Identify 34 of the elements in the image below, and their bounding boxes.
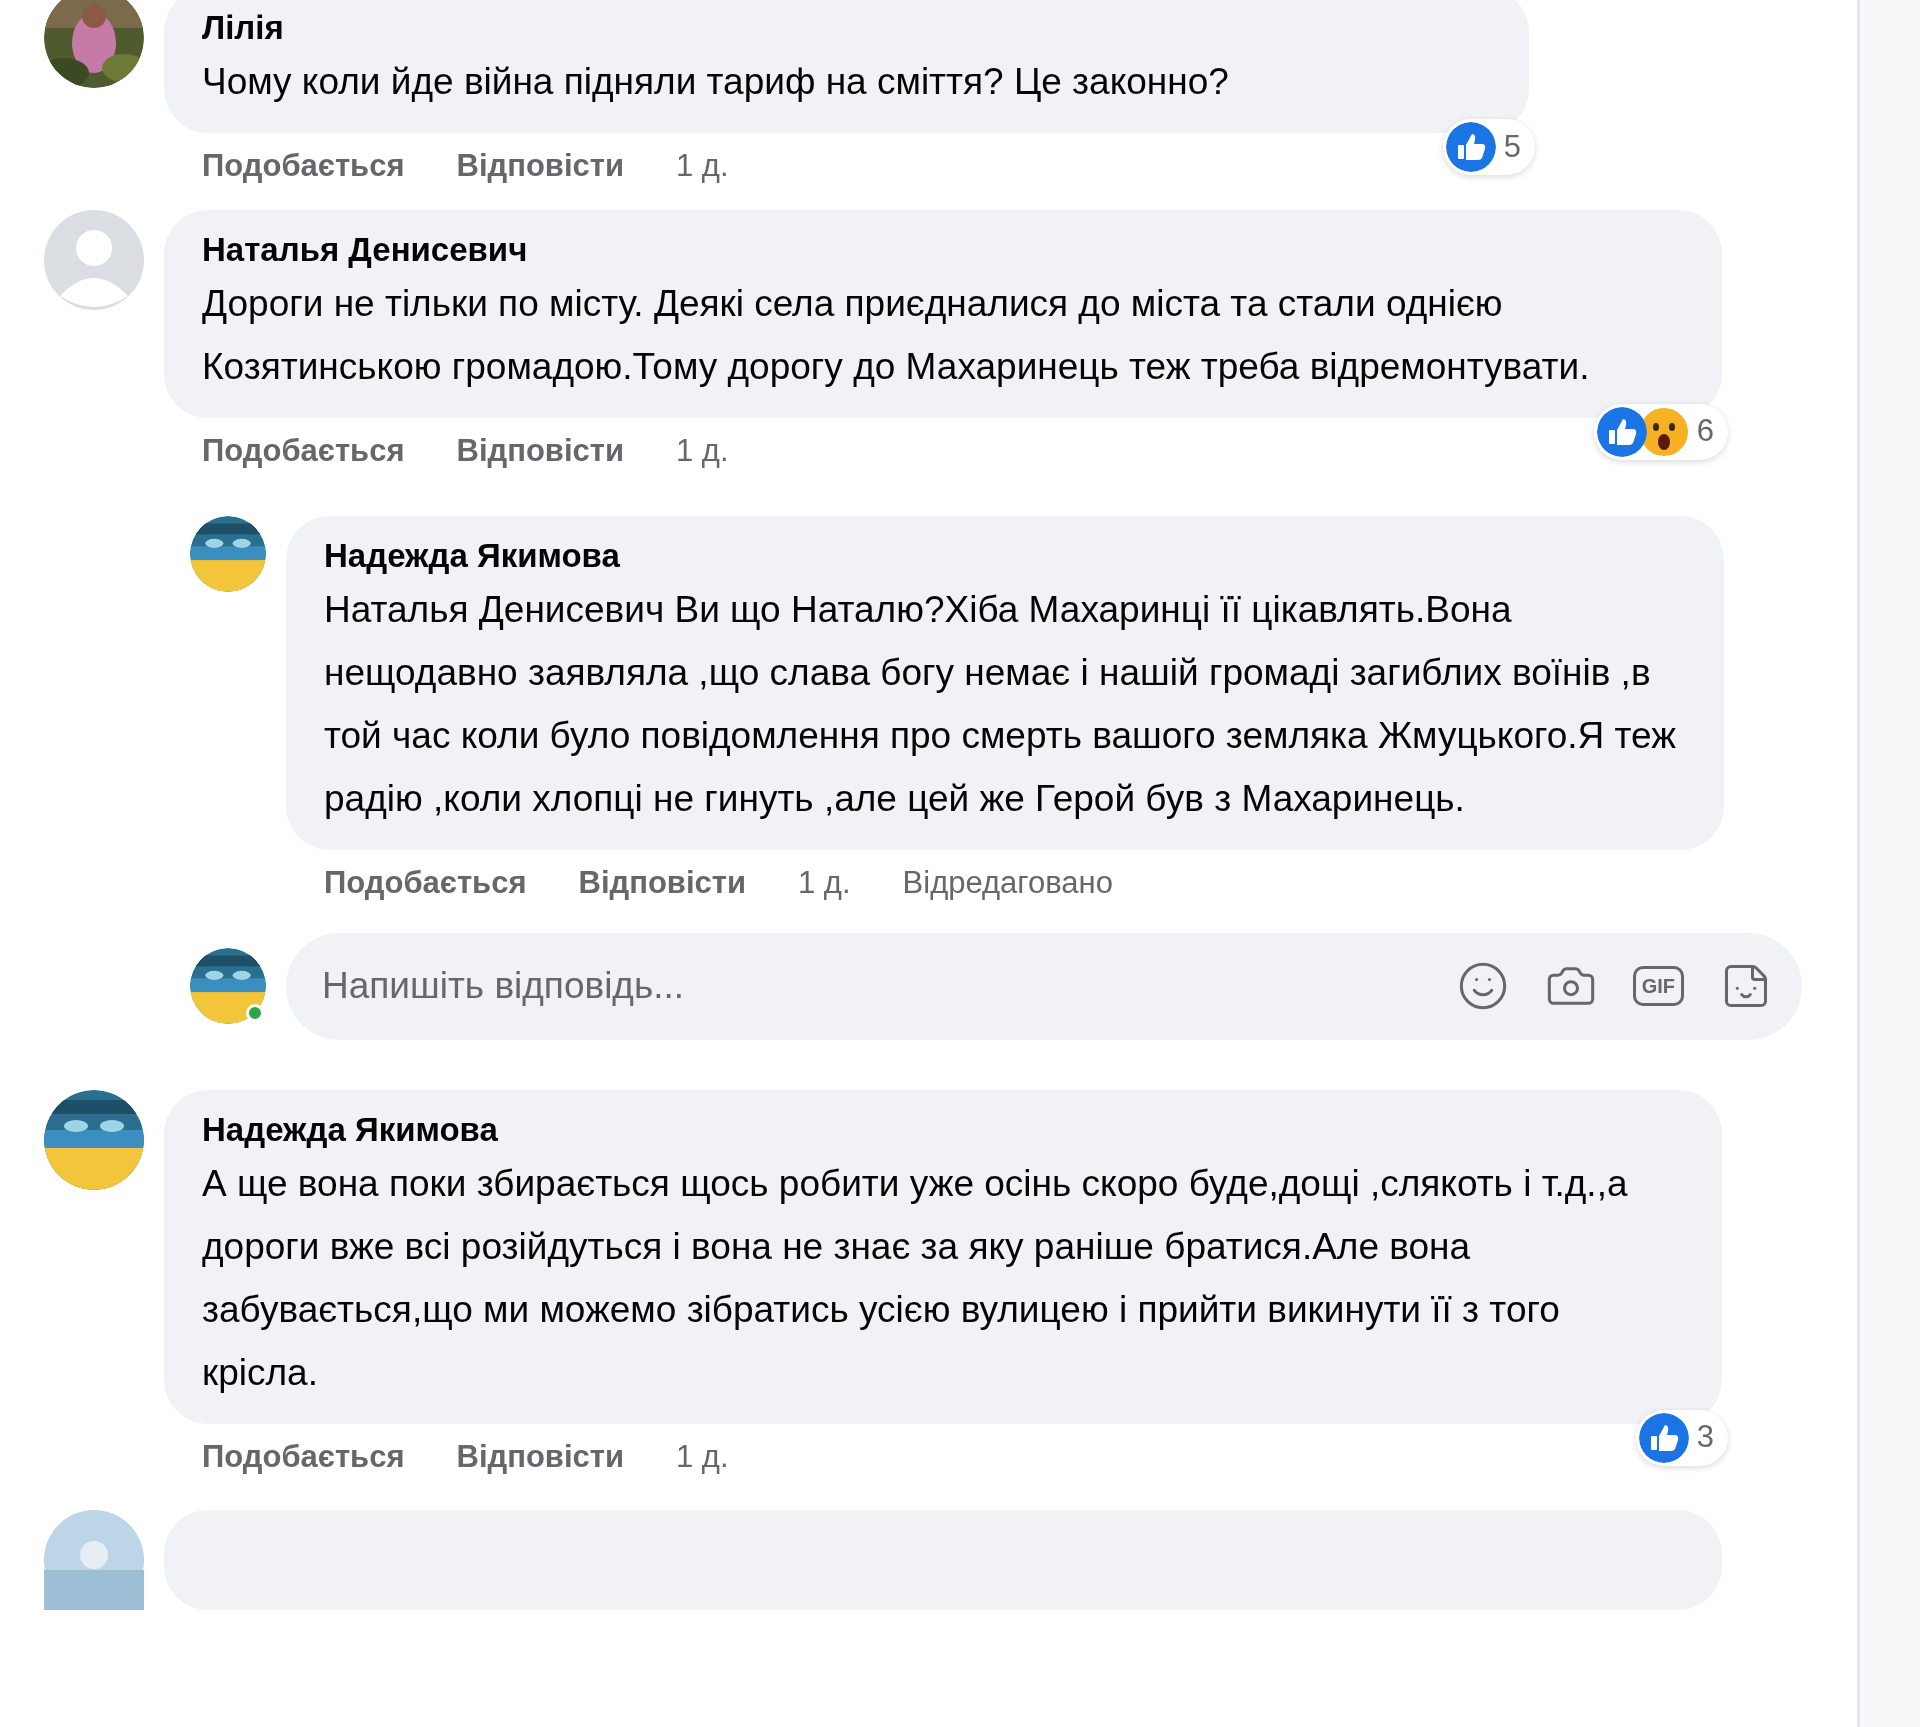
reaction-count: 5 [1503,127,1521,166]
comment-time[interactable]: 1 д. [798,860,851,907]
reaction-count: 3 [1696,1418,1714,1457]
comment-time[interactable]: 1 д. [676,1433,729,1480]
reply-link[interactable]: Відповісти [456,143,624,190]
like-link[interactable]: Подобається [202,427,405,474]
reaction-badge[interactable]: 6 [1593,403,1728,460]
comment-author[interactable]: Надежда Якимова [202,1107,1684,1152]
comment-text: Чому коли йде війна підняли тариф на сміття? Це законно? [202,60,1230,104]
reply-input[interactable]: Напишіть відповідь... [322,958,1457,1014]
reaction-count: 6 [1696,412,1714,451]
comment-author[interactable]: Наталья Денисевич [202,227,1684,272]
like-link[interactable]: Подобається [202,1433,405,1480]
edited-label: Відредаговано [902,864,1113,902]
like-link[interactable]: Подобається [324,860,527,907]
reply-link[interactable]: Відповісти [456,1433,624,1480]
comment-text: Наталья Денисевич Ви що Наталю?Хіба Махаринці її цікавлять.Вона нещодавно заявляла ,що слава богу немає і нашій громаді загиблих воїнів ,в той час коли було повідомлення про смерть вашого земляка Жмуцького.Я теж радію ,коли хлопці не гинуть ,але цей же Герой був з Махаринець. [324,588,1678,821]
reply-field[interactable]: Напишіть відповідь... GIF [286,932,1802,1040]
comment-text: Дороги не тільки по місту. Деякі села приєдналися до міста та стали однією Козятинською громадою.Тому дорогу до Махаринець теж треба відремонтувати. [202,281,1591,389]
comment-author[interactable]: Лілія [202,6,1491,50]
thumbs-up-icon [1596,406,1647,457]
reply-link[interactable]: Відповісти [578,860,746,907]
comment-text: А ще вона поки збирається щось робити уже осінь скоро буде,дощі ,слякоть і т.д.,а дороги вже всі розійдуться і вона не знає за яку раніше братися.Але вона забувається,що ми можемо зібратись усією вулицею і прийти викинути її з того крісла. [202,1161,1629,1395]
gif-button[interactable]: GIF [1632,966,1684,1006]
reaction-badge[interactable]: 5 [1442,119,1535,175]
reply-link[interactable]: Відповісти [456,427,624,474]
reaction-badge[interactable]: 3 [1635,1409,1728,1466]
default-avatar-icon [44,209,144,310]
thumbs-up-icon [1638,1412,1689,1463]
comment-author[interactable]: Надежда Якимова [324,534,1686,578]
comment-time[interactable]: 1 д. [676,427,729,474]
thumbs-up-icon [1445,122,1496,172]
comment-time[interactable]: 1 д. [676,143,729,190]
like-link[interactable]: Подобається [202,143,405,190]
